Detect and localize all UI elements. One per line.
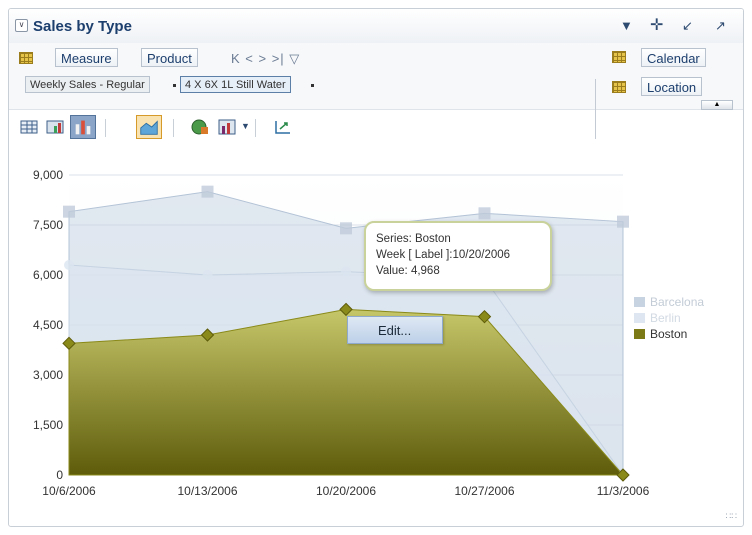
y-tick-label: 7,500 — [33, 218, 63, 232]
legend-swatch — [634, 297, 645, 307]
x-tick-label: 10/20/2006 — [316, 484, 376, 498]
y-tick-label: 9,000 — [33, 168, 63, 182]
chart-type-icon[interactable] — [217, 118, 237, 136]
swap-axes-icon[interactable] — [273, 118, 293, 136]
x-tick-label: 11/3/2006 — [597, 484, 650, 498]
tooltip-week: Week [ Label ]:10/20/2006 — [376, 249, 511, 261]
x-tick-label: 10/27/2006 — [454, 484, 514, 498]
toolbar-separator — [105, 119, 106, 137]
data-point-berlin — [64, 260, 74, 270]
data-point-barcelona — [63, 205, 75, 218]
y-tick-label: 6,000 — [33, 268, 63, 282]
y-tick-label: 3,000 — [33, 368, 63, 382]
measure-chip[interactable]: Measure — [55, 48, 118, 67]
legend-item-berlin[interactable]: Berlin — [634, 310, 704, 326]
move-icon[interactable]: ✛ — [650, 15, 663, 35]
legend-label: Barcelona — [650, 295, 705, 309]
table-icon[interactable] — [19, 118, 39, 136]
map-icon[interactable] — [190, 118, 210, 136]
minimize-icon[interactable]: ↙ — [682, 18, 693, 34]
row-edge-icon — [19, 52, 33, 64]
legend-item-boston[interactable]: Boston — [634, 326, 704, 342]
area-chart-icon[interactable] — [136, 115, 162, 139]
slice-product[interactable]: 4 X 6X 1L Still Water — [180, 76, 291, 93]
data-tooltip: Series: Boston Week [ Label ]:10/20/2006… — [364, 221, 552, 291]
location-edge-icon — [612, 81, 626, 93]
y-tick-label: 0 — [56, 468, 63, 482]
dropdown-icon[interactable]: ▼ — [241, 121, 250, 131]
legend-swatch — [634, 329, 645, 339]
product-chip[interactable]: Product — [141, 48, 198, 67]
tooltip-value: Value: 4,968 — [376, 265, 440, 277]
table-chart-icon[interactable] — [45, 118, 65, 136]
page-navigation[interactable]: K < > >| ▽ — [231, 51, 300, 67]
chevron-down-icon[interactable]: ▼ — [620, 18, 633, 33]
slice-weekly-sales[interactable]: Weekly Sales - Regular — [25, 76, 150, 93]
data-point-barcelona — [201, 185, 214, 198]
maximize-icon[interactable]: ↗ — [715, 18, 726, 34]
data-point-barcelona — [340, 222, 352, 235]
collapse-icon[interactable]: ∨ — [15, 19, 28, 32]
separator-dot — [311, 84, 314, 87]
location-chip[interactable]: Location — [641, 77, 703, 96]
resize-handle-icon[interactable]: ∷∷ — [726, 511, 737, 522]
calendar-chip[interactable]: Calendar — [641, 48, 706, 67]
data-point-berlin — [202, 270, 213, 280]
panel-title: Sales by Type — [33, 18, 132, 35]
y-tick-label: 1,500 — [33, 418, 63, 432]
sales-by-type-panel: ∨ Sales by Type ▼ ✛ ↙ ↗ Measure Product … — [8, 8, 744, 527]
legend-label: Boston — [650, 327, 688, 341]
y-tick-label: 4,500 — [33, 318, 63, 332]
separator-dot — [173, 84, 176, 87]
calendar-edge-icon — [612, 51, 626, 63]
x-tick-label: 10/13/2006 — [177, 484, 237, 498]
legend-swatch — [634, 313, 645, 323]
panel-titlebar: ∨ Sales by Type ▼ ✛ ↙ ↗ — [9, 9, 743, 44]
chart-legend: Barcelona Berlin Boston — [634, 294, 704, 342]
data-point-berlin — [341, 266, 351, 277]
x-tick-label: 10/6/2006 — [42, 484, 96, 498]
chart-toolbar: ▼ — [9, 109, 743, 145]
legend-item-barcelona[interactable]: Barcelona — [634, 294, 704, 310]
edge-area: Measure Product K < > >| ▽ Weekly Sales … — [9, 43, 743, 139]
tooltip-series: Series: Boston — [376, 233, 451, 245]
toolbar-separator — [173, 119, 174, 137]
legend-label: Berlin — [650, 311, 681, 325]
data-point-barcelona — [617, 215, 629, 228]
data-point-barcelona — [478, 207, 491, 220]
edit-menu-item[interactable]: Edit... — [347, 316, 443, 344]
bar-chart-icon[interactable] — [70, 115, 96, 139]
toolbar-separator — [255, 119, 256, 137]
